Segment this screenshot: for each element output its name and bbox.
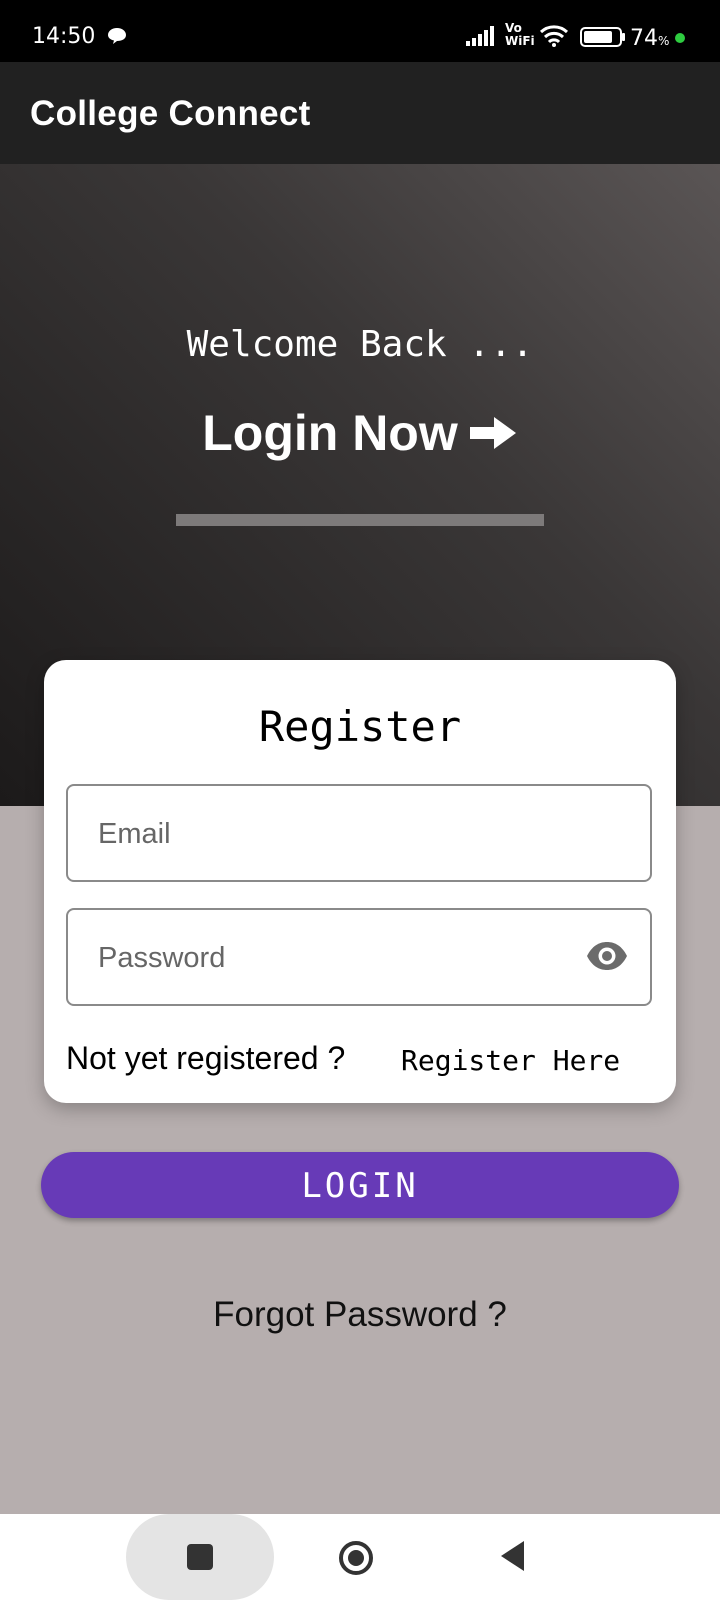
app-bar: College Connect [0, 62, 720, 164]
signal-icon [466, 26, 494, 46]
login-now-heading: Login Now [0, 404, 720, 462]
battery-percent: 74% [630, 26, 670, 51]
email-field[interactable] [66, 784, 652, 882]
email-input[interactable] [96, 786, 580, 882]
register-here-link[interactable]: Register Here [401, 1044, 620, 1077]
hero-divider [176, 514, 544, 526]
password-input[interactable] [96, 910, 580, 1006]
privacy-indicator-dot [675, 33, 685, 43]
vowifi-indicator: Vo WiFi [505, 22, 535, 48]
chat-bubble-icon [108, 28, 126, 44]
battery-icon [580, 27, 625, 47]
eye-icon[interactable] [586, 941, 628, 971]
home-icon[interactable] [338, 1540, 374, 1576]
status-bar: 14:50 Vo WiFi 74% [0, 0, 720, 62]
welcome-text: Welcome Back ... [186, 324, 534, 365]
login-button[interactable]: LOGIN [41, 1152, 679, 1218]
app-title: College Connect [30, 94, 311, 133]
back-icon[interactable] [500, 1540, 526, 1572]
forgot-password-link[interactable]: Forgot Password ? [0, 1295, 720, 1335]
status-time: 14:50 [32, 24, 96, 49]
wifi-icon [539, 25, 569, 47]
register-card: Register Not yet registered ? Register H… [44, 660, 676, 1103]
recents-icon[interactable] [187, 1544, 213, 1570]
login-now-text: Login Now [202, 405, 458, 461]
system-nav-bar [0, 1514, 720, 1600]
password-field[interactable] [66, 908, 652, 1006]
vowifi-bottom-text: WiFi [505, 34, 535, 48]
card-heading: Register [258, 702, 462, 751]
arrow-right-icon [469, 416, 516, 449]
not-registered-label: Not yet registered ? [66, 1040, 346, 1076]
